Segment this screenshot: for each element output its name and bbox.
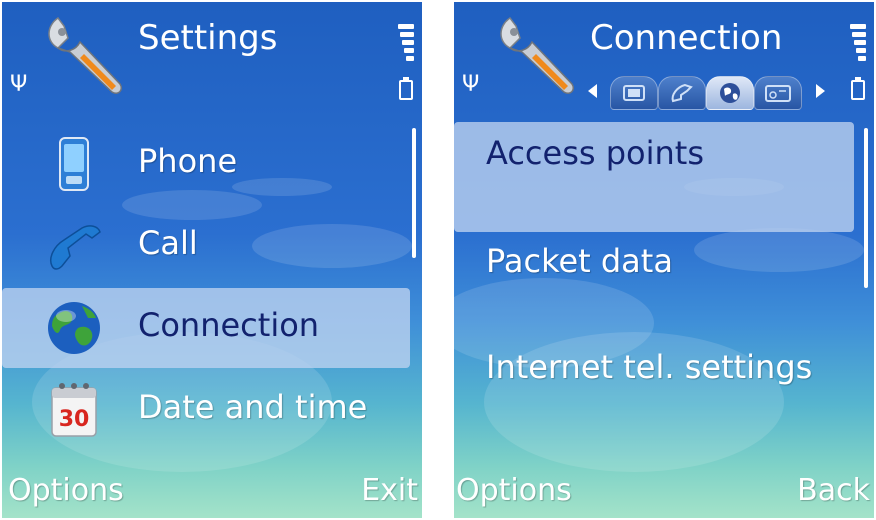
signal-strength-bars [850,24,866,64]
menu-item-label: Packet data [486,242,673,280]
tab-left-arrow-icon[interactable] [588,84,597,98]
tab-call[interactable] [658,76,706,110]
call-handset-icon [44,216,104,276]
menu-item-label: Call [138,224,198,262]
softkey-options[interactable]: Options [8,473,124,508]
menu-item-phone[interactable]: Phone [2,124,410,204]
battery-icon [851,77,865,100]
connection-screen: Connection Ψ Access points Packet data I… [454,2,874,518]
device-tab-icon [765,85,791,102]
softkey-exit[interactable]: Exit [361,473,418,508]
signal-antenna-icon: Ψ [10,72,28,97]
menu-item-label: Date and time [138,388,368,426]
calendar-day: 30 [59,407,90,432]
globe-icon [44,298,104,358]
tab-device[interactable] [754,76,802,110]
softkey-back[interactable]: Back [797,473,870,508]
menu-item-access-points[interactable]: Access points [454,122,854,232]
connection-tab-icon [720,83,740,103]
menu-item-label: Connection [138,306,320,344]
wrench-icon [492,8,582,102]
tab-right-arrow-icon[interactable] [816,84,825,98]
menu-item-label: Access points [486,134,704,172]
menu-item-label: Internet tel. settings [486,348,813,386]
settings-screen: Settings Ψ Phone Call Connection 30 Date… [2,2,422,518]
scrollbar[interactable] [412,128,416,258]
signal-antenna-icon: Ψ [462,72,480,97]
tab-phone[interactable] [610,76,658,110]
tab-bar [588,72,828,110]
signal-strength-bars [398,24,414,64]
page-title: Settings [138,18,278,58]
menu-item-date-and-time[interactable]: 30 Date and time [2,370,410,450]
phone-tab-icon [623,85,645,101]
page-title: Connection [590,18,783,58]
softkey-options[interactable]: Options [456,473,572,508]
menu-item-internet-tel-settings[interactable]: Internet tel. settings [454,342,854,412]
battery-icon [399,77,413,100]
tab-connection[interactable] [706,76,754,110]
phone-icon [44,134,104,194]
call-tab-icon [671,83,693,103]
menu-item-connection[interactable]: Connection [2,288,410,368]
scrollbar[interactable] [864,128,868,288]
wrench-icon [40,8,130,102]
menu-item-packet-data[interactable]: Packet data [454,234,854,304]
menu-item-call[interactable]: Call [2,206,410,286]
calendar-icon: 30 [44,380,104,440]
menu-item-label: Phone [138,142,238,180]
